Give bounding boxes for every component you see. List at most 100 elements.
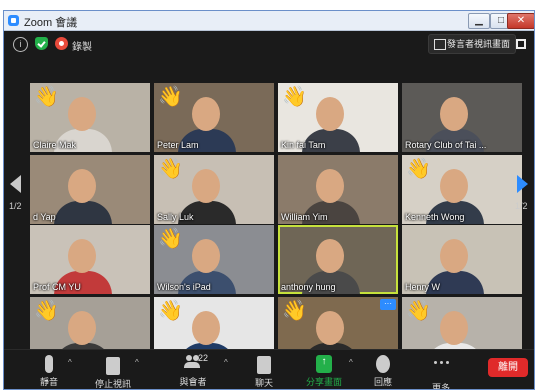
meeting-top-bar: i 錄製 發言者視訊畫面 <box>4 31 534 57</box>
participant-video <box>192 239 220 273</box>
chat-button[interactable]: 聊天 <box>239 353 289 389</box>
participant-name: Claire Mak <box>33 140 77 150</box>
participant-tile[interactable]: 👋 Wilson's iPad <box>154 225 274 294</box>
previous-page-button[interactable]: 1/2 <box>6 165 26 225</box>
page-indicator-right: 1/2 <box>515 201 528 211</box>
raised-hand-icon: 👋 <box>282 86 307 108</box>
participant-tile[interactable]: anthony hung <box>278 225 398 294</box>
grid-view-icon <box>434 39 446 50</box>
raised-hand-icon: 👋 <box>158 86 183 108</box>
participant-tile[interactable]: Rotary Club of Tai ... <box>402 83 522 152</box>
microphone-icon <box>45 355 53 373</box>
participant-name: Rotary Club of Tai ... <box>405 140 487 150</box>
raised-hand-icon: 👋 <box>406 158 431 180</box>
participant-tile[interactable]: Prof CM YU <box>30 225 150 294</box>
zoom-window: Zoom 會議 ▁ □ ✕ i 錄製 發言者視訊畫面 👋 Claire Mak 👋 P… <box>3 10 535 390</box>
share-screen-button[interactable]: ↑ 分享畫面 <box>299 353 349 388</box>
participants-options-caret[interactable]: ^ <box>224 358 228 367</box>
video-label: 停止視訊 <box>94 379 131 389</box>
mute-button[interactable]: 靜音 <box>24 353 74 388</box>
participants-label: 與會者 <box>179 377 207 387</box>
arrow-right-icon <box>517 175 528 193</box>
audio-options-caret[interactable]: ^ <box>68 358 72 367</box>
video-camera-icon <box>106 357 120 375</box>
participant-video <box>440 239 468 273</box>
participant-tile[interactable]: Henry W <box>402 225 522 294</box>
window-title: Zoom 會議 <box>24 17 78 29</box>
share-screen-icon: ↑ <box>316 355 332 373</box>
participant-video <box>68 97 96 131</box>
zoom-app-icon <box>8 15 19 26</box>
page-indicator-left: 1/2 <box>9 201 22 211</box>
participant-tile[interactable]: 👋 Claire Mak <box>30 83 150 152</box>
participant-name: Prof CM YU <box>33 282 81 292</box>
participant-video <box>192 169 220 203</box>
more-label: 更多 <box>431 383 450 390</box>
participant-name: Wilson's iPad <box>157 282 211 292</box>
more-button[interactable]: 更多 <box>416 353 466 390</box>
reactions-button[interactable]: 回應 <box>358 353 408 388</box>
close-button[interactable]: ✕ <box>507 13 534 29</box>
participant-name: Peter Lam <box>157 140 199 150</box>
participant-video-body <box>54 201 112 224</box>
raised-hand-icon: 👋 <box>158 300 183 322</box>
participant-video <box>440 311 468 345</box>
fullscreen-icon[interactable] <box>516 39 526 49</box>
participant-tile[interactable]: 👋 Kenneth Wong <box>402 155 522 224</box>
participant-video <box>440 169 468 203</box>
participant-name: d Yap <box>33 212 56 222</box>
participant-name: William Yim <box>281 212 328 222</box>
raised-hand-icon: 👋 <box>34 300 59 322</box>
participant-name: Kin fai Tam <box>281 140 326 150</box>
participant-video <box>192 97 220 131</box>
reactions-label: 回應 <box>373 377 392 387</box>
participant-video <box>316 239 344 273</box>
arrow-left-icon <box>10 175 21 193</box>
participant-video <box>440 97 468 131</box>
participant-video <box>68 169 96 203</box>
participant-tile[interactable]: 👋 Kin fai Tam <box>278 83 398 152</box>
raised-hand-icon: 👋 <box>406 300 431 322</box>
participant-video <box>192 311 220 345</box>
share-label: 分享畫面 <box>305 377 342 387</box>
raised-hand-icon: 👋 <box>34 86 59 108</box>
participant-video <box>68 239 96 273</box>
recording-icon <box>55 37 68 50</box>
participant-video <box>68 311 96 345</box>
raised-hand-icon: 👋 <box>282 300 307 322</box>
participant-tile[interactable]: William Yim <box>278 155 398 224</box>
next-page-button[interactable]: 1/2 <box>512 165 532 225</box>
participants-button[interactable]: 22 與會者 <box>168 353 218 388</box>
title-bar: Zoom 會議 ▁ □ ✕ <box>4 11 534 31</box>
chat-bubble-icon <box>257 356 271 374</box>
tile-more-options-button[interactable]: ··· <box>380 299 396 310</box>
meeting-toolbar: 靜音 ^ 停止視訊 ^ 22 與會者 ^ 聊天 ↑ 分享畫面 ^ 回應 更多 離… <box>4 349 534 390</box>
participant-video <box>316 97 344 131</box>
video-options-caret[interactable]: ^ <box>135 358 139 367</box>
minimize-button[interactable]: ▁ <box>468 13 490 29</box>
participant-name: Sally Luk <box>157 212 194 222</box>
participant-video <box>316 169 344 203</box>
raised-hand-icon: 👋 <box>158 228 183 250</box>
participant-name: anthony hung <box>281 282 336 292</box>
participant-tile[interactable]: 👋 Peter Lam <box>154 83 274 152</box>
stop-video-button[interactable]: 停止視訊 <box>88 353 138 389</box>
participant-count: 22 <box>198 353 209 363</box>
chat-label: 聊天 <box>254 378 273 388</box>
raised-hand-icon: 👋 <box>158 158 183 180</box>
participant-name: Kenneth Wong <box>405 212 465 222</box>
smiley-icon <box>376 355 390 373</box>
share-options-caret[interactable]: ^ <box>349 358 353 367</box>
participant-name: Henry W <box>405 282 441 292</box>
gallery-grid: 👋 Claire Mak 👋 Peter Lam 👋 Kin fai Tam Rotary … <box>4 57 534 366</box>
recording-label: 錄製 <box>72 42 92 53</box>
speaker-view-label: 發言者視訊畫面 <box>447 39 511 49</box>
speaker-view-button[interactable]: 發言者視訊畫面 <box>428 34 517 54</box>
more-dots-icon <box>433 361 449 379</box>
participant-tile[interactable]: d Yap <box>30 155 150 224</box>
info-icon[interactable]: i <box>13 37 28 52</box>
participant-video <box>316 311 344 345</box>
participant-tile[interactable]: 👋 Sally Luk <box>154 155 274 224</box>
security-shield-icon[interactable] <box>35 37 48 50</box>
leave-meeting-button[interactable]: 離開 <box>488 358 528 377</box>
